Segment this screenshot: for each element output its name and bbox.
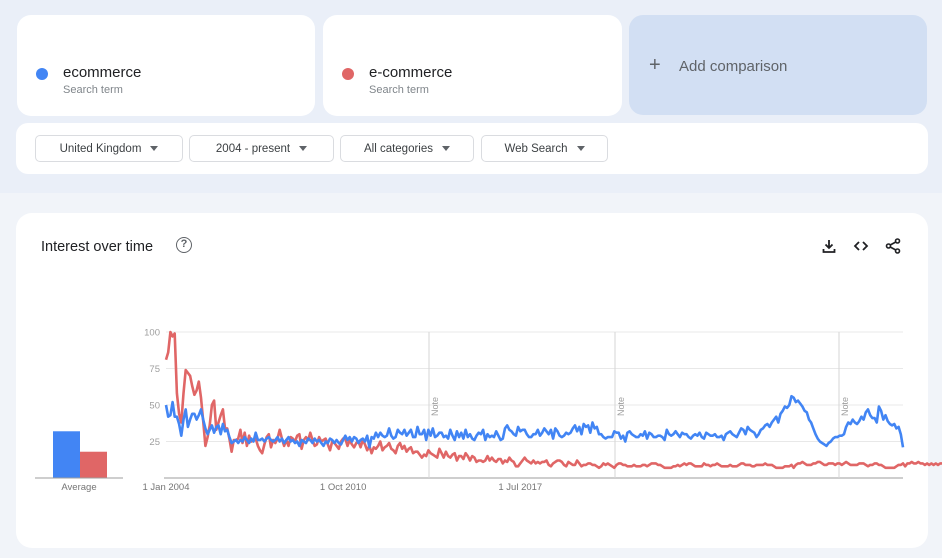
- x-tick-label: 1 Oct 2010: [320, 482, 366, 493]
- series-line-e-commerce: [164, 330, 942, 470]
- x-tick-label: 1 Jul 2017: [498, 482, 542, 493]
- average-bar-ecommerce: [53, 431, 80, 478]
- chart-series: [164, 330, 942, 470]
- y-tick-label: 100: [144, 328, 160, 339]
- y-tick-label: 50: [149, 401, 160, 412]
- interest-chart: Average 25 50 75 100 1 Jan 2004 1 Oct 2010 1 J…: [35, 328, 942, 494]
- chart-labels: 25 50 75 100 1 Jan 2004 1 Oct 2010 1 Jul 2017 N…: [142, 328, 850, 494]
- annotation-note-label: Note: [430, 397, 440, 416]
- average-bar-chart: Average: [35, 431, 123, 493]
- annotation-note-label: Note: [840, 397, 850, 416]
- average-label: Average: [61, 482, 96, 493]
- y-tick-label: 25: [149, 437, 160, 448]
- chart-gridlines: [164, 331, 903, 479]
- series-line-ecommerce: [164, 394, 905, 449]
- annotation-note-label: Note: [616, 397, 626, 416]
- average-bar-e-commerce: [80, 451, 107, 478]
- x-tick-label: 1 Jan 2004: [142, 482, 189, 493]
- y-tick-label: 75: [149, 364, 160, 375]
